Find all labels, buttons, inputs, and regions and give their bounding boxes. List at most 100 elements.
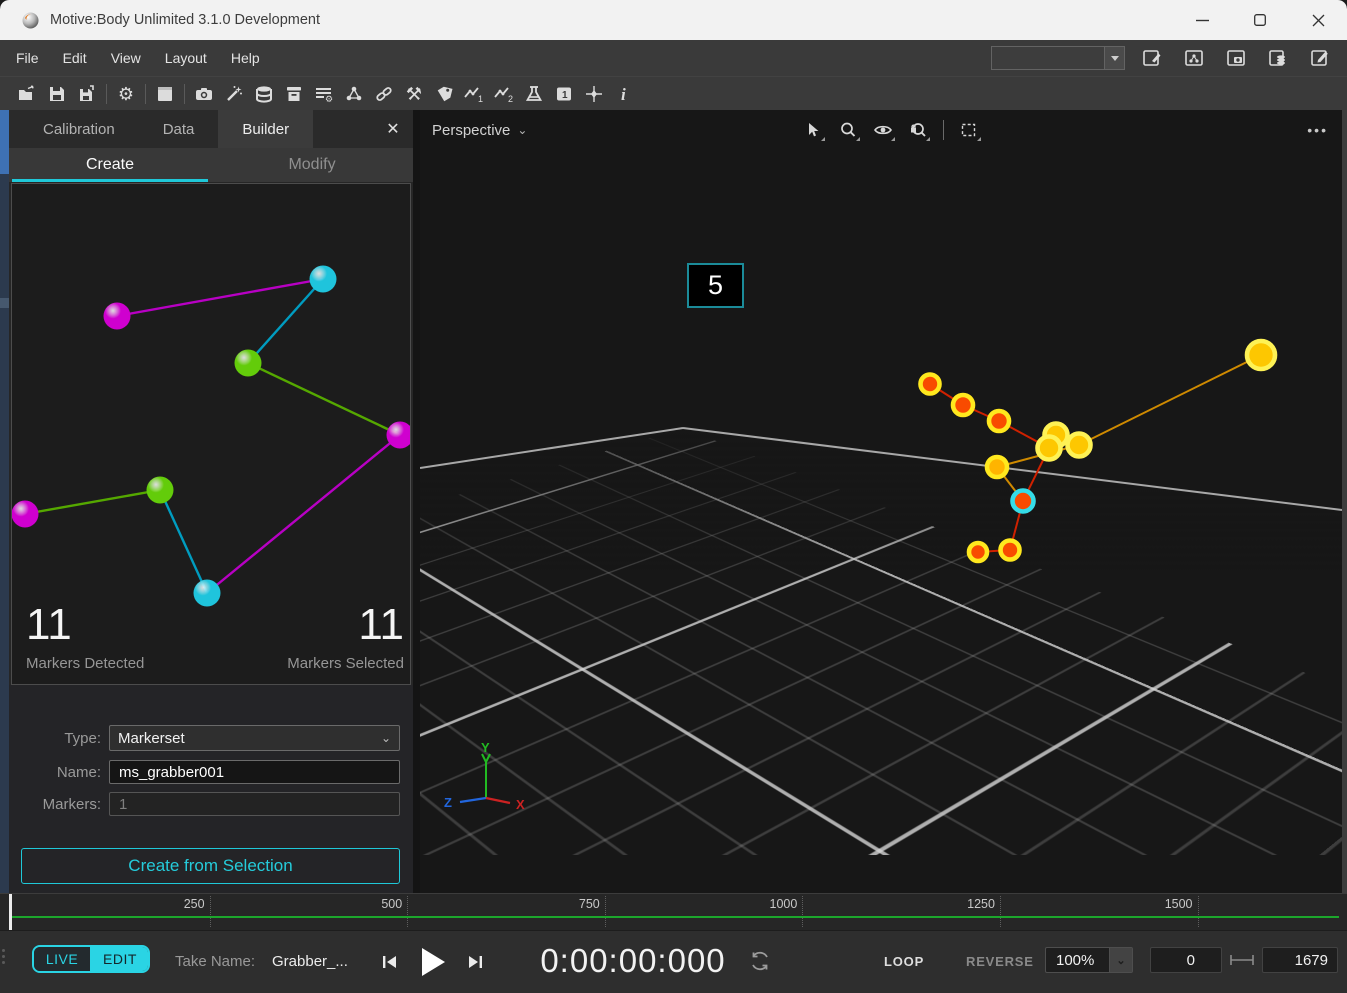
view-mode-dropdown[interactable]: Perspective ⌄	[432, 122, 527, 139]
markers-count-input[interactable]: 1	[109, 792, 400, 816]
marker-preview-canvas[interactable]: 11 Markers Detected 11 Markers Selected	[11, 183, 411, 685]
playback-speed-select[interactable]: 100% ⌄	[1045, 947, 1133, 973]
menu-edit[interactable]: Edit	[51, 40, 99, 76]
app-window: Motive:Body Unlimited 3.1.0 Development …	[0, 0, 1347, 993]
flask-chart-icon[interactable]	[519, 80, 549, 108]
scene-markers	[420, 110, 1347, 855]
menu-view[interactable]: View	[99, 40, 153, 76]
docked-panel-edge[interactable]	[0, 110, 9, 893]
timeline-tick-label: 500	[381, 897, 407, 911]
zoom-lock-tool[interactable]	[905, 117, 931, 143]
loop-mode-button[interactable]: LOOP	[884, 954, 924, 969]
panel-close-button[interactable]: ✕	[381, 110, 405, 148]
settings-gear-icon[interactable]: ⚙	[111, 80, 141, 108]
reverse-mode-button[interactable]: REVERSE	[966, 954, 1034, 969]
live-mode-button[interactable]: LIVE	[34, 947, 92, 971]
toolbar-separator	[145, 84, 146, 104]
layout-square-icon[interactable]	[150, 80, 180, 108]
type-select[interactable]: Markerset ⌄	[109, 725, 400, 751]
tab-builder[interactable]: Builder	[218, 110, 313, 148]
select-cursor-icon	[804, 121, 822, 139]
range-start-input[interactable]: 0	[1150, 947, 1222, 973]
grip-handle[interactable]	[2, 949, 5, 964]
magic-wand-icon[interactable]	[219, 80, 249, 108]
archive-icon[interactable]	[279, 80, 309, 108]
list-settings-icon[interactable]: ⚙	[309, 80, 339, 108]
graph-1-icon[interactable]: 1	[459, 80, 489, 108]
chevron-down-icon: ⌄	[517, 123, 527, 137]
rect-select-icon	[960, 121, 978, 139]
name-input[interactable]: ms_grabber001	[109, 760, 400, 784]
tab-data[interactable]: Data	[139, 110, 219, 148]
open-file-icon[interactable]	[12, 80, 42, 108]
visibility-tool[interactable]	[870, 117, 896, 143]
create-from-selection-button[interactable]: Create from Selection	[21, 848, 400, 884]
skip-start-button[interactable]	[375, 948, 405, 976]
frame-range-icon	[1229, 953, 1255, 967]
panel-markers-icon[interactable]	[1179, 44, 1209, 72]
markers-count-label: Markers:	[9, 796, 109, 813]
database-icon[interactable]	[249, 80, 279, 108]
menu-file[interactable]: File	[0, 40, 51, 76]
layout-combobox[interactable]	[991, 46, 1125, 70]
playback-speed-value: 100%	[1046, 948, 1109, 972]
timeline-track-line	[12, 916, 1339, 918]
viewport-more-button[interactable]: •••	[1307, 110, 1328, 150]
timeline-tick-label: 1500	[1165, 897, 1198, 911]
tag-icon[interactable]	[429, 80, 459, 108]
loop-toggle-button[interactable]	[748, 949, 772, 973]
panel-edit-icon[interactable]	[1137, 44, 1167, 72]
asset-nodes-icon[interactable]	[339, 80, 369, 108]
timeline-strip[interactable]: 250500750100012501500	[0, 893, 1347, 930]
markers-selected-count: 11	[287, 603, 404, 647]
panel-notes-icon[interactable]	[1305, 44, 1335, 72]
docked-panel-mark	[0, 298, 9, 308]
rect-select-tool[interactable]	[956, 117, 982, 143]
take-name-value[interactable]: Grabber_...	[272, 953, 348, 970]
timeline-tick-label: 750	[579, 897, 605, 911]
markers-detected-count: 11	[26, 603, 144, 647]
toolbar-separator	[184, 84, 185, 104]
chevron-down-icon: ⌄	[381, 731, 391, 745]
menu-help[interactable]: Help	[219, 40, 272, 76]
builder-subtabs: CreateModify	[9, 148, 413, 182]
panel-data-icon[interactable]	[1263, 44, 1293, 72]
subtab-modify[interactable]: Modify	[211, 148, 413, 182]
select-cursor-tool[interactable]	[800, 117, 826, 143]
tab-calibration[interactable]: Calibration	[19, 110, 139, 148]
timeline-tick	[802, 896, 803, 927]
skip-start-icon	[380, 952, 400, 972]
save-icon[interactable]	[42, 80, 72, 108]
save-all-icon[interactable]	[72, 80, 102, 108]
timeline-tick	[1000, 896, 1001, 927]
crosshair-icon[interactable]	[579, 80, 609, 108]
viewport-3d[interactable]: Perspective ⌄	[420, 110, 1347, 893]
subtab-create[interactable]: Create	[9, 148, 211, 182]
live-edit-toggle[interactable]: LIVE EDIT	[32, 945, 150, 973]
minimize-button[interactable]	[1173, 0, 1231, 40]
camera-icon[interactable]	[189, 80, 219, 108]
panel-camera-icon[interactable]	[1221, 44, 1251, 72]
edit-mode-button[interactable]: EDIT	[92, 947, 148, 971]
panel-viewport-divider[interactable]	[413, 110, 420, 893]
timeline-playhead[interactable]	[9, 894, 12, 930]
skip-end-button[interactable]	[460, 948, 490, 976]
svg-text:Z: Z	[444, 795, 452, 810]
zoom-lock-icon	[908, 121, 928, 139]
graph-2-icon[interactable]: 2	[489, 80, 519, 108]
menu-layout[interactable]: Layout	[153, 40, 219, 76]
close-button[interactable]	[1289, 0, 1347, 40]
info-icon[interactable]: i	[609, 80, 639, 108]
tools-icon[interactable]: ⚒	[399, 80, 429, 108]
range-end-input[interactable]: 1679	[1262, 947, 1338, 973]
link-icon[interactable]	[369, 80, 399, 108]
play-button[interactable]	[412, 944, 454, 980]
combobox-arrow[interactable]	[1104, 47, 1124, 69]
zoom-tool[interactable]	[835, 117, 861, 143]
svg-text:1: 1	[478, 94, 483, 104]
axis-gizmo: YZX	[434, 740, 544, 820]
maximize-button[interactable]	[1231, 0, 1289, 40]
docked-panel-highlight	[0, 110, 9, 174]
close-icon: ✕	[386, 119, 399, 139]
numbered-1-icon[interactable]: 1	[549, 80, 579, 108]
